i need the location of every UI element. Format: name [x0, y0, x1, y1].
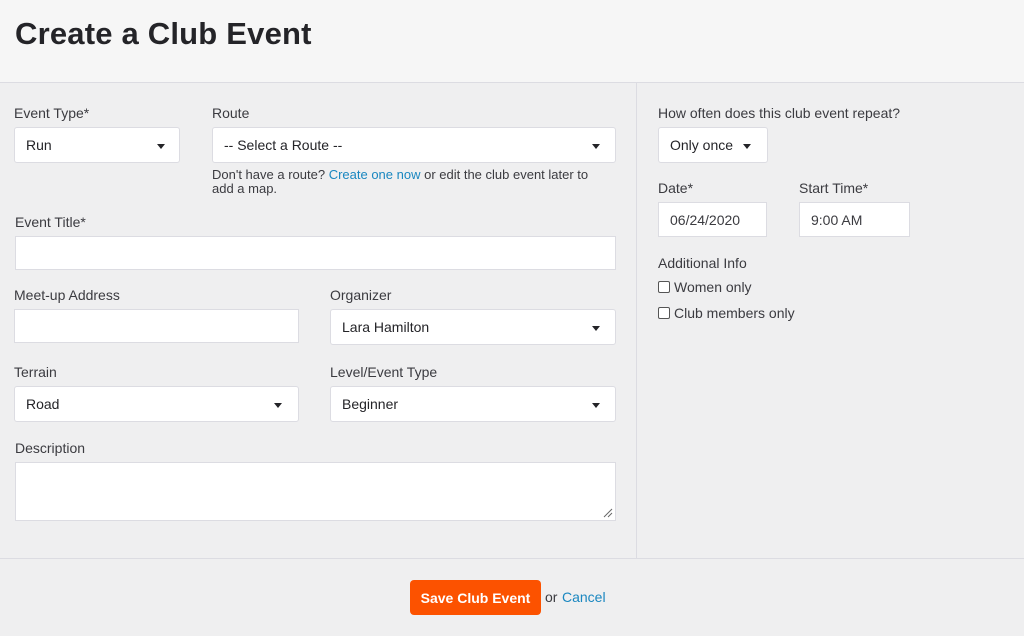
repeat-dropdown[interactable]: Only once [658, 127, 768, 163]
description-textarea[interactable] [15, 462, 616, 521]
save-club-event-button[interactable]: Save Club Event [410, 580, 541, 615]
chevron-down-icon [592, 326, 600, 331]
club-members-only-checkbox[interactable] [658, 307, 670, 319]
terrain-value: Road [26, 396, 60, 412]
women-only-checkbox[interactable] [658, 281, 670, 293]
repeat-label: How often does this club event repeat? [658, 105, 901, 121]
or-text: or [545, 589, 558, 605]
level-label: Level/Event Type [330, 364, 438, 380]
route-help-text: Don't have a route? Create one now or ed… [212, 168, 612, 196]
terrain-label: Terrain [14, 364, 57, 380]
date-value: 06/24/2020 [670, 212, 741, 228]
start-time-input[interactable]: 9:00 AM [799, 202, 910, 237]
meetup-address-label: Meet-up Address [14, 287, 120, 303]
cancel-link[interactable]: Cancel [562, 589, 606, 605]
column-divider [636, 83, 637, 559]
repeat-value: Only once [670, 137, 734, 153]
chevron-down-icon [274, 403, 282, 408]
description-label: Description [15, 440, 86, 456]
women-only-label: Women only [674, 279, 752, 295]
chevron-down-icon [157, 144, 165, 149]
organizer-value: Lara Hamilton [342, 319, 430, 335]
route-value: -- Select a Route -- [224, 137, 343, 153]
route-help-prefix: Don't have a route? [212, 167, 326, 182]
club-members-only-label: Club members only [674, 305, 795, 321]
event-type-select[interactable]: Run [14, 127, 180, 163]
event-form: Event Type* Run Route -- Select a Route … [0, 83, 1024, 559]
page-header: Create a Club Event [0, 0, 1024, 83]
club-members-only-option[interactable]: Club members only [658, 305, 795, 321]
level-select[interactable]: Beginner [330, 386, 616, 422]
event-title-input[interactable] [15, 236, 616, 270]
route-label: Route [212, 105, 250, 121]
start-time-label: Start Time* [799, 180, 869, 196]
additional-info-label: Additional Info [658, 255, 747, 271]
date-input[interactable]: 06/24/2020 [658, 202, 767, 237]
page-title: Create a Club Event [15, 16, 312, 51]
date-label: Date* [658, 180, 694, 196]
terrain-select[interactable]: Road [14, 386, 299, 422]
start-time-value: 9:00 AM [811, 212, 863, 228]
organizer-label: Organizer [330, 287, 392, 303]
level-value: Beginner [342, 396, 399, 412]
route-select[interactable]: -- Select a Route -- [212, 127, 616, 163]
meetup-address-input[interactable] [14, 309, 299, 343]
chevron-down-icon [592, 403, 600, 408]
chevron-down-icon [743, 144, 751, 149]
event-title-label: Event Title* [15, 214, 86, 230]
women-only-option[interactable]: Women only [658, 279, 752, 295]
event-type-label: Event Type* [14, 105, 90, 121]
organizer-select[interactable]: Lara Hamilton [330, 309, 616, 345]
resize-handle-icon[interactable] [603, 508, 613, 518]
form-footer: Save Club Event or Cancel [0, 560, 1024, 636]
create-route-link[interactable]: Create one now [329, 167, 421, 182]
chevron-down-icon [592, 144, 600, 149]
event-type-value: Run [26, 137, 52, 153]
